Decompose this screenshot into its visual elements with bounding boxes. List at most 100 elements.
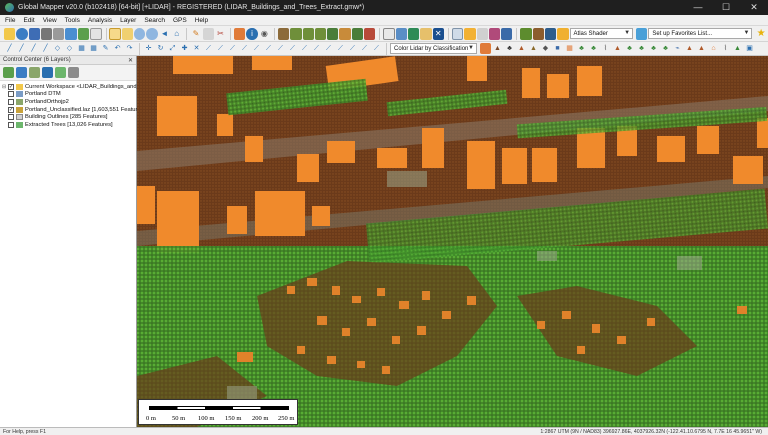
menu-file[interactable]: File	[5, 17, 15, 24]
lidar-icon-3[interactable]	[544, 27, 557, 40]
path-profile-icon[interactable]	[234, 27, 246, 40]
favorites-star-icon[interactable]: ★	[755, 28, 766, 40]
line-tool-icon-3[interactable]: ╱	[28, 43, 39, 54]
control-center-icon[interactable]	[77, 27, 90, 40]
point-tool-icon[interactable]: ▦	[76, 43, 87, 54]
tree-extract-icon-4[interactable]: ♣	[660, 43, 671, 54]
lidar-measure-icon[interactable]: ⌇	[720, 43, 731, 54]
layer-icon[interactable]	[395, 27, 407, 40]
tree-extract-icon-3[interactable]: ♣	[648, 43, 659, 54]
line-tool-icon-2[interactable]: ╱	[16, 43, 27, 54]
terrain-icon[interactable]	[277, 27, 290, 40]
split-icon[interactable]: ✕	[191, 43, 202, 54]
crop-icon[interactable]: ⟋	[239, 43, 250, 54]
terrain-icon-8[interactable]	[364, 27, 376, 40]
shader-settings-icon[interactable]	[636, 27, 648, 40]
3d-view-icon[interactable]	[451, 27, 464, 40]
contour-icon[interactable]	[488, 27, 501, 40]
shader-icon[interactable]	[464, 27, 476, 40]
menu-tools[interactable]: Tools	[65, 17, 80, 24]
settings-icon[interactable]	[53, 27, 65, 40]
connect-icon[interactable]: ⟋	[287, 43, 298, 54]
powerline-icon[interactable]: ⌇	[600, 43, 611, 54]
buffer-icon[interactable]: ⟋	[227, 43, 238, 54]
favorites-select[interactable]: Set up Favorites List... ▼	[648, 28, 753, 39]
menu-help[interactable]: Help	[195, 17, 208, 24]
layer-projection-icon[interactable]	[29, 67, 40, 78]
lidar-tool-icon[interactable]	[407, 27, 420, 40]
workspace-row[interactable]: ⊟ ✓ Current Workspace <LIDAR_Buildings_a…	[2, 83, 162, 91]
layer-metadata-icon[interactable]	[16, 67, 27, 78]
maximize-button[interactable]: ☐	[712, 0, 740, 15]
layer-refresh-icon[interactable]	[68, 67, 79, 78]
building-extract-icon[interactable]: ▲	[684, 43, 695, 54]
menu-search[interactable]: Search	[144, 17, 165, 24]
tree-extract-icon[interactable]: ♣	[624, 43, 635, 54]
offset-icon[interactable]: ⟋	[323, 43, 334, 54]
layer-row[interactable]: ✓ Portland_Unclassified.laz [1,603,551 F…	[2, 106, 145, 114]
lidar-profile-icon[interactable]: ♣	[504, 43, 515, 54]
line-tool-icon[interactable]: ╱	[4, 43, 15, 54]
menu-layer[interactable]: Layer	[120, 17, 136, 24]
breakline-icon[interactable]: ⌁	[672, 43, 683, 54]
print-icon[interactable]	[40, 27, 53, 40]
point-tool-icon-2[interactable]: ▦	[88, 43, 99, 54]
layer-checkbox[interactable]	[8, 114, 14, 121]
layer-checkbox[interactable]	[8, 91, 14, 98]
layer-zoom-icon[interactable]	[55, 67, 66, 78]
zoom-out-icon[interactable]	[146, 27, 158, 40]
lidar-info-icon[interactable]: ▲	[732, 43, 743, 54]
noise-icon[interactable]: ◆	[540, 43, 551, 54]
layer-row[interactable]: Extracted Trees [13,026 Features]	[2, 121, 134, 129]
extend-icon[interactable]: ⟋	[335, 43, 346, 54]
lidar-settings-icon[interactable]	[480, 43, 491, 54]
draw-icon[interactable]: ✎	[100, 43, 111, 54]
menu-analysis[interactable]: Analysis	[88, 17, 112, 24]
select-icon[interactable]	[109, 27, 121, 40]
minimize-button[interactable]: —	[684, 0, 712, 15]
pan-icon[interactable]	[121, 27, 134, 40]
layer-row[interactable]: Building Outlines [285 Features]	[2, 113, 134, 121]
home-icon[interactable]: ⌂	[171, 28, 182, 40]
layer-row[interactable]: Portland DTM	[2, 91, 134, 99]
tree-extract-icon-2[interactable]: ♣	[636, 43, 647, 54]
layer-checkbox[interactable]	[8, 98, 14, 105]
save-icon[interactable]	[28, 27, 40, 40]
move-icon[interactable]: ✛	[143, 43, 154, 54]
feature-info-icon[interactable]: ⟋	[251, 43, 262, 54]
ground-classify-icon[interactable]: ▲	[528, 43, 539, 54]
terrain-icon-2[interactable]	[290, 27, 302, 40]
edit-vertex-icon[interactable]: ⟋	[263, 43, 274, 54]
menu-view[interactable]: View	[43, 17, 57, 24]
lidar-filter-icon[interactable]: ▲	[492, 43, 503, 54]
measure-icon[interactable]: ✂	[215, 28, 226, 40]
close-layer-icon[interactable]: ✕	[432, 27, 444, 40]
pixels-to-points-icon[interactable]: ⌂	[708, 43, 719, 54]
terrain-icon-7[interactable]	[351, 27, 364, 40]
snap-icon[interactable]: ⟋	[215, 43, 226, 54]
digitize-icon[interactable]: ✎	[190, 28, 201, 40]
layer-checkbox[interactable]: ✓	[8, 106, 14, 113]
terrain-icon-3[interactable]	[302, 27, 314, 40]
lidar-icon[interactable]	[520, 27, 532, 40]
reshape-icon[interactable]: ⟋	[275, 43, 286, 54]
building-extract-icon-2[interactable]: ▲	[696, 43, 707, 54]
lidar-color-select[interactable]: Color Lidar by Classification ▼	[390, 43, 477, 54]
menu-edit[interactable]: Edit	[23, 17, 34, 24]
tree-classify-icon[interactable]: ♣	[576, 43, 587, 54]
trim-icon[interactable]: ⟋	[347, 43, 358, 54]
lidar-export-icon[interactable]: ▣	[744, 43, 755, 54]
join-icon[interactable]: ⟋	[203, 43, 214, 54]
lidar-3d-icon[interactable]: ▲	[612, 43, 623, 54]
redo-icon[interactable]: ↷	[124, 43, 135, 54]
vertex-icon[interactable]: ✚	[179, 43, 190, 54]
lidar-icon-2[interactable]	[532, 27, 544, 40]
building-classify-icon[interactable]: ▲	[516, 43, 527, 54]
tree-classify-icon-2[interactable]: ♣	[588, 43, 599, 54]
map-view[interactable]	[137, 56, 768, 427]
shader-select[interactable]: Atlas Shader ▼	[569, 28, 634, 39]
terrain-icon-4[interactable]	[314, 27, 327, 40]
layer-options-icon[interactable]	[3, 67, 14, 78]
grid-icon[interactable]	[383, 27, 395, 40]
layer-close-icon[interactable]	[42, 67, 53, 78]
